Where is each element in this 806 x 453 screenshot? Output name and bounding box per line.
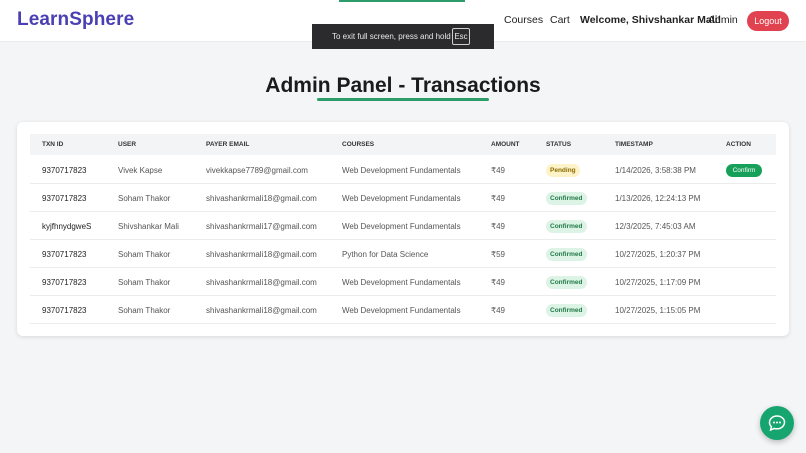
table-row: 9370717823 Soham Thakor shivashankrmali1… [30, 184, 776, 212]
cell-course: Web Development Fundamentals [342, 166, 461, 175]
nav-link-courses[interactable]: Courses [504, 14, 543, 26]
cell-amount: ₹49 [491, 278, 505, 287]
page-title: Admin Panel - Transactions [265, 74, 541, 97]
cell-course: Web Development Fundamentals [342, 306, 461, 315]
cell-course: Web Development Fundamentals [342, 222, 461, 231]
cell-timestamp: 10/27/2025, 1:15:05 PM [615, 306, 701, 315]
cell-amount: ₹49 [491, 222, 505, 231]
cell-user: Vivek Kapse [118, 166, 163, 175]
table-row: 9370717823 Soham Thakor shivashankrmali1… [30, 268, 776, 296]
nav-link-admin[interactable]: Admin [708, 14, 738, 26]
cell-payer-email: shivashankrmali17@gmail.com [206, 222, 317, 231]
status-badge: Confirmed [546, 220, 587, 233]
cell-amount: ₹49 [491, 306, 505, 315]
cell-user: Soham Thakor [118, 306, 171, 315]
title-underline [317, 98, 489, 101]
table-header: TXN ID USER PAYER EMAIL COURSES AMOUNT S… [30, 134, 776, 155]
cell-txn-id: kyjfhnydgweS [42, 222, 92, 231]
cell-timestamp: 1/14/2026, 3:58:38 PM [615, 166, 696, 175]
nav-link-cart[interactable]: Cart [550, 14, 570, 26]
welcome-text: Welcome, Shivshankar Mali! [580, 14, 722, 26]
cell-amount: ₹49 [491, 194, 505, 203]
cell-user: Soham Thakor [118, 278, 171, 287]
cell-txn-id: 9370717823 [42, 306, 87, 315]
fullscreen-exit-toast: To exit full screen, press and hold Esc [312, 24, 494, 49]
header-timestamp: TIMESTAMP [615, 141, 653, 148]
cell-payer-email: vivekkapse7789@gmail.com [206, 166, 308, 175]
status-badge: Confirmed [546, 276, 587, 289]
cell-txn-id: 9370717823 [42, 166, 87, 175]
confirm-button[interactable]: Confirm [726, 164, 762, 177]
status-badge: Confirmed [546, 248, 587, 261]
table-row: 9370717823 Soham Thakor shivashankrmali1… [30, 240, 776, 268]
cell-payer-email: shivashankrmali18@gmail.com [206, 278, 317, 287]
cell-timestamp: 10/27/2025, 1:17:09 PM [615, 278, 701, 287]
cell-timestamp: 1/13/2026, 12:24:13 PM [615, 194, 701, 203]
header-user: USER [118, 141, 137, 148]
cell-amount: ₹49 [491, 166, 505, 175]
cell-payer-email: shivashankrmali18@gmail.com [206, 194, 317, 203]
header-txn-id: TXN ID [42, 141, 64, 148]
cell-course: Web Development Fundamentals [342, 194, 461, 203]
table-row: 9370717823 Soham Thakor shivashankrmali1… [30, 296, 776, 324]
logout-button[interactable]: Logout [747, 11, 789, 31]
cell-timestamp: 12/3/2025, 7:45:03 AM [615, 222, 696, 231]
header-action: ACTION [726, 141, 751, 148]
fullscreen-toast-message: To exit full screen, press and hold [332, 32, 451, 41]
status-badge: Confirmed [546, 304, 587, 317]
cell-amount: ₹59 [491, 250, 505, 259]
status-badge: Pending [546, 164, 580, 177]
header-payer-email: PAYER EMAIL [206, 141, 250, 148]
transactions-card: TXN ID USER PAYER EMAIL COURSES AMOUNT S… [17, 122, 789, 336]
cell-course: Python for Data Science [342, 250, 429, 259]
header-courses: COURSES [342, 141, 375, 148]
cell-user: Shivshankar Mali [118, 222, 179, 231]
cell-txn-id: 9370717823 [42, 278, 87, 287]
esc-key-hint: Esc [452, 28, 470, 45]
cell-txn-id: 9370717823 [42, 194, 87, 203]
table-row: kyjfhnydgweS Shivshankar Mali shivashank… [30, 212, 776, 240]
cell-course: Web Development Fundamentals [342, 278, 461, 287]
chat-button[interactable] [760, 406, 794, 440]
cell-user: Soham Thakor [118, 194, 171, 203]
cell-payer-email: shivashankrmali18@gmail.com [206, 306, 317, 315]
cell-timestamp: 10/27/2025, 1:20:37 PM [615, 250, 701, 259]
top-accent-bar [339, 0, 465, 2]
header-status: STATUS [546, 141, 572, 148]
chat-bubble-icon [768, 415, 786, 432]
brand-logo[interactable]: LearnSphere [17, 9, 134, 31]
cell-user: Soham Thakor [118, 250, 171, 259]
table-row: 9370717823 Vivek Kapse vivekkapse7789@gm… [30, 156, 776, 184]
status-badge: Confirmed [546, 192, 587, 205]
header-amount: AMOUNT [491, 141, 520, 148]
cell-txn-id: 9370717823 [42, 250, 87, 259]
cell-payer-email: shivashankrmali18@gmail.com [206, 250, 317, 259]
